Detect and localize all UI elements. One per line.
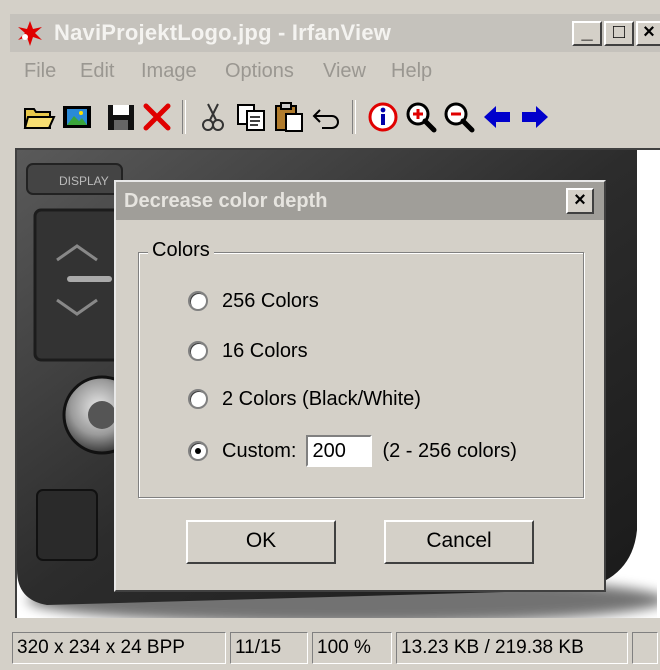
ok-button[interactable]: OK <box>186 520 336 564</box>
option-256-colors[interactable]: 256 Colors <box>188 286 319 316</box>
paste-icon[interactable] <box>272 100 306 134</box>
option-custom[interactable]: Custom: (2 - 256 colors) <box>188 435 517 467</box>
info-icon[interactable] <box>366 100 400 134</box>
option-label: 2 Colors (Black/White) <box>222 387 421 410</box>
menu-bar: File Edit Image Options View Help <box>10 54 660 88</box>
resize-grip[interactable] <box>632 632 658 664</box>
menu-image[interactable]: Image <box>141 60 197 83</box>
minimize-button[interactable]: _ <box>572 21 602 46</box>
undo-icon[interactable] <box>310 100 344 134</box>
window-title: NaviProjektLogo.jpg - IrfanView <box>54 20 392 45</box>
decrease-color-depth-dialog: Decrease color depth × Colors 256 Colors… <box>114 180 606 592</box>
svg-text:DISPLAY: DISPLAY <box>59 174 109 188</box>
status-dimensions: 320 x 234 x 24 BPP <box>12 632 226 664</box>
radio-256-colors[interactable] <box>188 291 208 311</box>
status-bar: 320 x 234 x 24 BPP 11/15 100 % 13.23 KB … <box>10 626 660 666</box>
menu-edit[interactable]: Edit <box>80 60 114 83</box>
save-icon[interactable] <box>104 100 138 134</box>
menu-help[interactable]: Help <box>391 60 432 83</box>
close-icon: × <box>574 189 586 211</box>
radio-16-colors[interactable] <box>188 341 208 361</box>
copy-icon[interactable] <box>234 100 268 134</box>
maximize-button[interactable]: □ <box>604 21 634 46</box>
toolbar <box>10 92 660 142</box>
menu-options[interactable]: Options <box>225 60 294 83</box>
custom-colors-hint: (2 - 256 colors) <box>382 439 517 462</box>
menu-view[interactable]: View <box>323 60 366 83</box>
zoom-out-icon[interactable] <box>442 100 476 134</box>
option-label: Custom: <box>222 439 297 462</box>
option-16-colors[interactable]: 16 Colors <box>188 336 308 366</box>
close-icon: × <box>643 21 655 43</box>
close-window-button[interactable]: × <box>636 21 660 46</box>
open-folder-icon[interactable] <box>22 100 56 134</box>
maximize-icon: □ <box>612 21 626 43</box>
colors-group-label: Colors <box>148 239 214 262</box>
irfanview-app-icon <box>16 19 44 47</box>
dialog-title: Decrease color depth <box>124 190 328 212</box>
option-2-colors[interactable]: 2 Colors (Black/White) <box>188 384 421 414</box>
next-arrow-icon[interactable] <box>518 100 552 134</box>
cancel-button[interactable]: Cancel <box>384 520 534 564</box>
status-file-size: 13.23 KB / 219.38 KB <box>396 632 628 664</box>
cut-icon[interactable] <box>196 100 230 134</box>
option-label: 16 Colors <box>222 339 308 362</box>
delete-icon[interactable] <box>140 100 174 134</box>
radio-2-colors[interactable] <box>188 389 208 409</box>
title-bar[interactable]: NaviProjektLogo.jpg - IrfanView _ □ × <box>10 14 660 52</box>
dialog-title-bar[interactable]: Decrease color depth × <box>116 182 604 220</box>
zoom-in-icon[interactable] <box>404 100 438 134</box>
previous-arrow-icon[interactable] <box>480 100 514 134</box>
custom-colors-input[interactable] <box>306 435 373 467</box>
option-label: 256 Colors <box>222 289 319 312</box>
status-zoom: 100 % <box>312 632 392 664</box>
status-image-index: 11/15 <box>230 632 308 664</box>
minimize-icon: _ <box>581 21 593 43</box>
radio-custom[interactable] <box>188 441 208 461</box>
menu-file[interactable]: File <box>24 60 56 83</box>
radio-selected-dot <box>195 448 201 454</box>
slideshow-icon[interactable] <box>60 100 94 134</box>
dialog-close-button[interactable]: × <box>566 188 594 214</box>
